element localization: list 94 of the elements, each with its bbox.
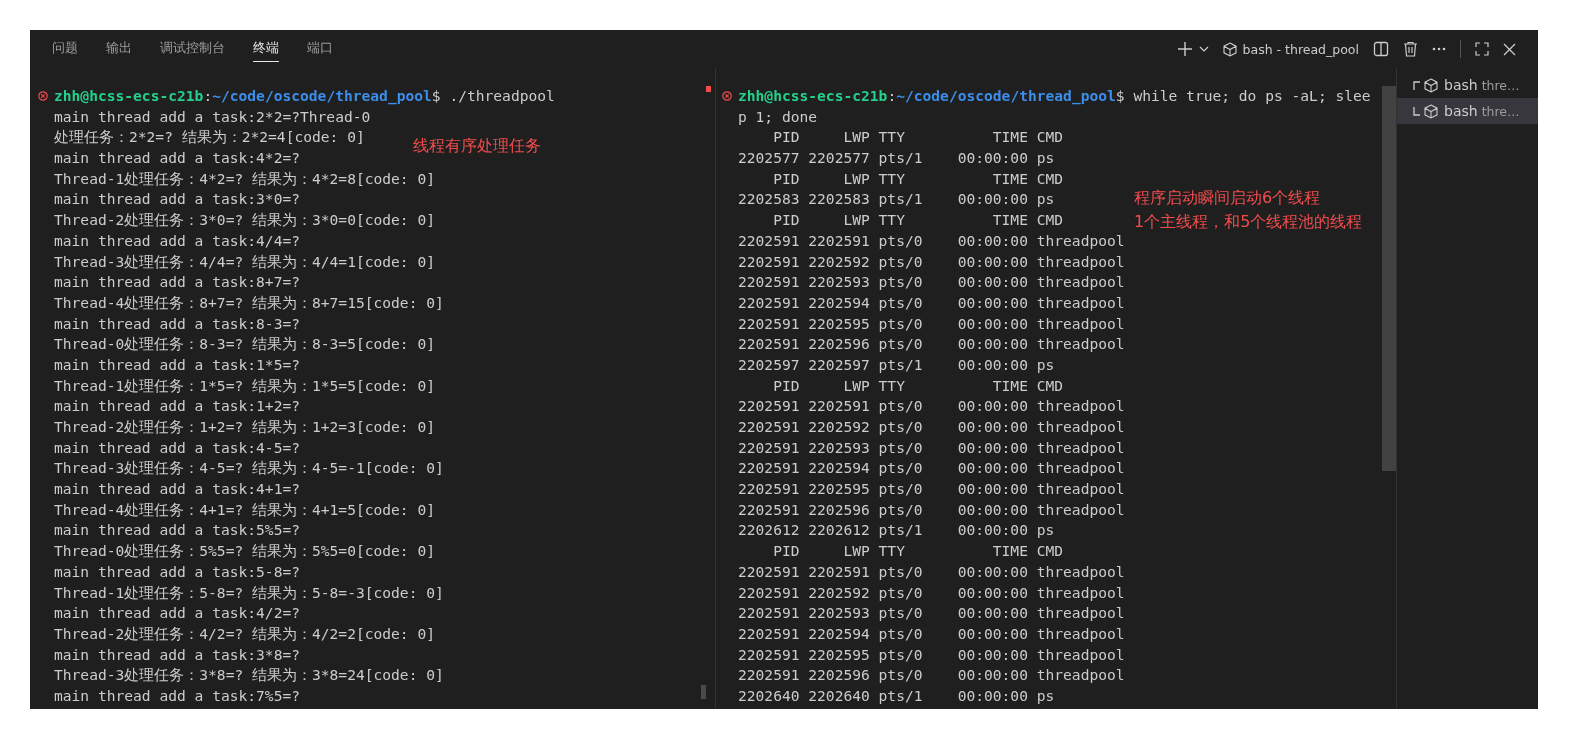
output-line: Thread-2处理任务：3*0=? 结果为：3*0=0[code: 0] [54, 210, 435, 231]
output-line: PID LWP TTY TIME CMD [772, 127, 1064, 148]
chevron-down-icon[interactable] [1198, 46, 1209, 52]
terminal-list-item[interactable]: bash thre… [1397, 72, 1538, 98]
output-line: main thread add a task:8-3=? [54, 313, 300, 334]
output-line: p 1; done [738, 106, 818, 127]
close-icon[interactable] [1503, 42, 1516, 56]
output-line: 2202591 2202594 pts/0 00:00:00 threadpool [738, 292, 1125, 313]
output-line: 2202591 2202593 pts/0 00:00:00 threadpool [738, 603, 1125, 624]
output-line: 2202591 2202596 pts/0 00:00:00 threadpool [738, 499, 1125, 520]
output-line: main thread add a task:7%5=? [54, 685, 300, 706]
prompt-separator: : [203, 86, 213, 106]
error-icon [38, 91, 48, 102]
cube-icon [1424, 103, 1438, 119]
output-line: Thread-1处理任务：5-8=? 结果为：5-8=-3[code: 0] [54, 582, 444, 603]
output-line: 2202597 2202597 pts/1 00:00:00 ps [738, 354, 1055, 375]
panel-tab[interactable]: 终端 [253, 36, 279, 62]
output-line: Thread-3处理任务：3*8=? 结果为：3*8=24[code: 0] [54, 665, 444, 686]
trash-icon[interactable] [1403, 41, 1418, 57]
output-line: main thread add a task:1+2=? [54, 396, 300, 417]
terminal-title[interactable]: bash - thread_pool [1222, 41, 1359, 57]
output-line: main thread add a task:1*5=? [54, 354, 300, 375]
maximize-icon[interactable] [1475, 42, 1489, 56]
prompt-separator: : [887, 86, 897, 106]
output-line: 2202591 2202591 pts/0 00:00:00 threadpool [738, 396, 1125, 417]
output-line: 2202591 2202594 pts/0 00:00:00 threadpool [738, 623, 1125, 644]
output-line: main thread add a task:4/4=? [54, 230, 300, 251]
output-line: main thread add a task:5-8=? [54, 561, 300, 582]
output-line: 2202577 2202577 pts/1 00:00:00 ps [738, 148, 1055, 169]
prompt-user: zhh@hcss-ecs-c21b [738, 86, 888, 106]
output-line: main thread add a task:3*8=? [54, 644, 300, 665]
output-line: 2202591 2202596 pts/0 00:00:00 threadpool [738, 665, 1125, 686]
panel-tab[interactable]: 输出 [106, 36, 132, 62]
scrollbar-thumb[interactable] [1382, 86, 1396, 471]
output-line: Thread-4处理任务：8+7=? 结果为：8+7=15[code: 0] [54, 292, 444, 313]
output-line: main thread add a task:8+7=? [54, 272, 300, 293]
output-line: PID LWP TTY TIME CMD [772, 210, 1064, 231]
output-line: Thread-2处理任务：1+2=? 结果为：1+2=3[code: 0] [54, 417, 435, 437]
output-line: main thread add a task:4+1=? [54, 479, 300, 500]
output-line: Thread-4处理任务：4+1=? 结果为：4+1=5[code: 0] [54, 499, 435, 520]
output-line: Thread-1处理任务：4*2=? 结果为：4*2=8[code: 0] [54, 168, 435, 189]
output-line: PID LWP TTY TIME CMD [772, 168, 1064, 189]
error-marker [706, 86, 711, 92]
output-line: main thread add a task:5%5=? [54, 520, 300, 541]
output-line: PID LWP TTY TIME CMD [772, 375, 1064, 396]
output-line: 2202591 2202595 pts/0 00:00:00 threadpool [738, 644, 1125, 665]
output-line: 2202591 2202591 pts/0 00:00:00 threadpool [738, 561, 1125, 582]
terminal-list-item[interactable]: bash thre… [1397, 98, 1538, 124]
panel-tab[interactable]: 端口 [307, 36, 333, 62]
output-line: 处理任务：2*2=? 结果为：2*2=4[code: 0] [54, 127, 365, 148]
output-line: Thread-2处理任务：4/2=? 结果为：4/2=2[code: 0] [54, 623, 435, 644]
tree-connector-icon [1413, 80, 1420, 90]
output-line: Thread-0处理任务：5%5=? 结果为：5%5=0[code: 0] [54, 541, 435, 562]
output-line: 2202591 2202596 pts/0 00:00:00 threadpool [738, 334, 1125, 355]
output-line: main thread add a task:4-5=? [54, 437, 300, 458]
output-line: main thread add a task:4*2=? [54, 148, 300, 169]
output-line: 2202591 2202592 pts/0 00:00:00 threadpool [738, 582, 1125, 603]
output-line: Thread-3处理任务：4-5=? 结果为：4-5=-1[code: 0] [54, 458, 444, 479]
command-text: $ while true; do ps -aL; slee [1115, 86, 1371, 106]
error-icon [722, 91, 732, 102]
plus-icon[interactable] [1176, 41, 1193, 57]
output-line: main thread add a task:4/2=? [54, 603, 300, 624]
scrollbar-thumb[interactable] [701, 685, 706, 699]
prompt-path: ~/code/oscode/thread_pool [896, 86, 1116, 107]
output-line: 2202591 2202591 pts/0 00:00:00 threadpool [738, 230, 1125, 251]
more-icon[interactable] [1432, 47, 1446, 51]
output-line: 2202591 2202593 pts/0 00:00:00 threadpool [738, 437, 1125, 458]
output-line: 2202591 2202593 pts/0 00:00:00 threadpool [738, 272, 1125, 293]
output-line: 2202591 2202594 pts/0 00:00:00 threadpool [738, 458, 1125, 479]
annotation-text: 1个主线程，和5个线程池的线程 [1134, 211, 1363, 233]
output-line: 2202640 2202640 pts/1 00:00:00 ps [738, 685, 1055, 706]
output-line: Thread-3处理任务：4/4=? 结果为：4/4=1[code: 0] [54, 251, 435, 272]
panel-tab[interactable]: 问题 [52, 36, 78, 62]
output-line: 2202612 2202612 pts/1 00:00:00 ps [738, 520, 1055, 541]
command-text: $ ./threadpool [431, 86, 555, 106]
output-line: 2202583 2202583 pts/1 00:00:00 ps [738, 189, 1055, 210]
tree-connector-icon [1413, 106, 1420, 116]
output-line: main thread add a task:3*0=? [54, 189, 300, 210]
output-line: 2202591 2202592 pts/0 00:00:00 threadpool [738, 417, 1125, 437]
output-line: 2202591 2202592 pts/0 00:00:00 threadpool [738, 251, 1125, 272]
output-line: main thread add a task:2*2=?Thread-0 [54, 106, 371, 127]
output-line: 2202591 2202595 pts/0 00:00:00 threadpool [738, 313, 1125, 334]
prompt-path: ~/code/oscode/thread_pool [212, 86, 432, 107]
output-line: 2202591 2202595 pts/0 00:00:00 threadpool [738, 479, 1125, 500]
split-icon[interactable] [1373, 41, 1389, 57]
annotation-text: 程序启动瞬间启动6个线程 [1134, 187, 1322, 209]
output-line: PID LWP TTY TIME CMD [772, 541, 1064, 562]
prompt-user: zhh@hcss-ecs-c21b [54, 86, 204, 106]
cube-icon [1222, 41, 1237, 57]
annotation-text: 线程有序处理任务 [413, 135, 541, 157]
cube-icon [1424, 77, 1438, 93]
output-line: Thread-0处理任务：8-3=? 结果为：8-3=5[code: 0] [54, 334, 435, 355]
panel-tab[interactable]: 调试控制台 [160, 36, 225, 62]
output-line: Thread-1处理任务：1*5=? 结果为：1*5=5[code: 0] [54, 375, 435, 396]
